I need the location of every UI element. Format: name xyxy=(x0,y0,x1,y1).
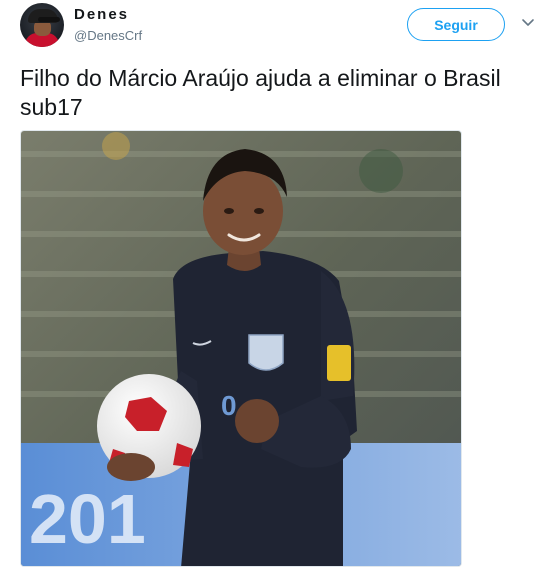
user-handle[interactable]: @DenesCrf xyxy=(74,28,142,43)
shirt-number: 0 xyxy=(221,390,237,421)
photo-canvas: 201 0 xyxy=(21,131,461,566)
tweet-text: Filho do Márcio Araújo ajuda a eliminar … xyxy=(20,65,501,120)
display-name[interactable]: Denes xyxy=(74,6,129,23)
chevron-down-icon[interactable] xyxy=(520,14,536,30)
avatar[interactable] xyxy=(20,3,64,47)
tweet-photo[interactable]: 201 0 xyxy=(20,130,462,567)
follow-button[interactable]: Seguir xyxy=(407,8,505,41)
tweet-header: Denes @DenesCrf Seguir xyxy=(0,0,556,56)
board-text: 201 xyxy=(29,480,146,558)
